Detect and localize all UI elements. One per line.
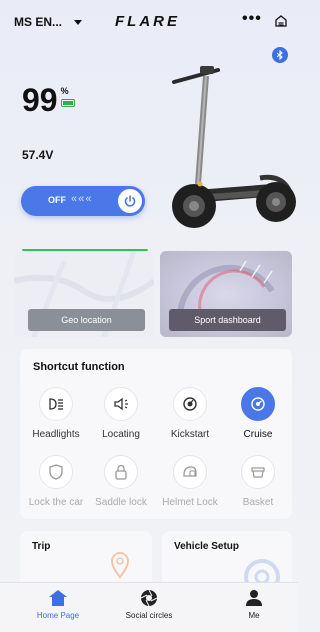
kickstart-button[interactable] [173,387,207,421]
shortcut-saddle-lock[interactable]: Saddle lock [86,455,156,508]
shortcut-cruise[interactable]: Cruise [223,387,293,440]
shortcut-headlights[interactable]: Headlights [21,387,91,440]
aperture-icon [140,589,158,607]
nav-home[interactable]: Home Page [18,589,98,620]
brand-logo: FLARE [115,13,180,30]
more-icon[interactable]: ••• [242,10,262,28]
power-state-label: OFF [48,195,66,205]
lock-car-button[interactable] [39,455,73,489]
slide-chevrons-icon: « « « [71,193,91,205]
shortcut-label: Locating [102,429,140,440]
battery-percentage: 99 [22,82,58,118]
shortcut-label: Headlights [32,429,80,440]
speaker-icon [114,397,128,411]
shortcut-label: Helmet Lock [162,497,218,508]
garage-icon[interactable] [274,14,288,28]
shield-icon [49,464,63,480]
nav-social-circles[interactable]: Social circles [109,589,189,620]
shortcut-label: Kickstart [170,429,210,440]
basket-button[interactable] [241,455,275,489]
lock-icon [115,464,127,480]
device-name: MS EN... [14,15,63,29]
nav-label: Me [248,611,260,620]
shortcut-label: Lock the car [28,497,84,508]
shortcut-lock-the-car[interactable]: Lock the car [21,455,91,508]
power-icon [124,195,136,207]
locating-button[interactable] [104,387,138,421]
shortcut-label: Cruise [243,429,273,440]
geo-location-button[interactable]: Geo location [28,309,145,331]
basket-icon [251,467,265,478]
cruise-icon [251,397,265,411]
power-button[interactable] [118,189,142,213]
home-icon [49,590,67,606]
saddle-lock-button[interactable] [104,455,138,489]
power-slider[interactable]: OFF « « « [21,186,145,216]
bottom-nav: Home Page Social circles Me [0,582,298,632]
nav-me[interactable]: Me [214,589,294,620]
shortcut-locating[interactable]: Locating [86,387,156,440]
shortcut-helmet-lock[interactable]: Helmet Lock [155,455,225,508]
shortcut-kickstart[interactable]: Kickstart [155,387,225,440]
battery-icon [60,99,75,107]
shortcut-label: Saddle lock [95,497,147,508]
helmet-icon [183,466,197,477]
headlight-icon [49,398,63,410]
shortcut-title: Shortcut function [33,361,125,373]
voltage-readout: 57.4V [22,148,54,162]
nav-label: Social circles [125,611,173,620]
person-icon [246,590,262,606]
kickstart-icon [183,397,197,411]
shortcut-label: Basket [242,497,274,508]
sport-dashboard-button[interactable]: Sport dashboard [169,309,286,331]
battery-unit: % [60,86,69,96]
scooter-image [172,66,296,228]
device-selector[interactable]: MS EN... [14,15,83,29]
chevron-down-icon [74,19,83,25]
header: MS EN... FLARE ••• [0,0,298,44]
nav-label: Home Page [36,611,80,620]
helmet-lock-button[interactable] [173,455,207,489]
battery-status: 99 % [22,84,75,116]
cruise-button[interactable] [241,387,275,421]
headlight-button[interactable] [39,387,73,421]
shortcut-basket[interactable]: Basket [223,455,293,508]
